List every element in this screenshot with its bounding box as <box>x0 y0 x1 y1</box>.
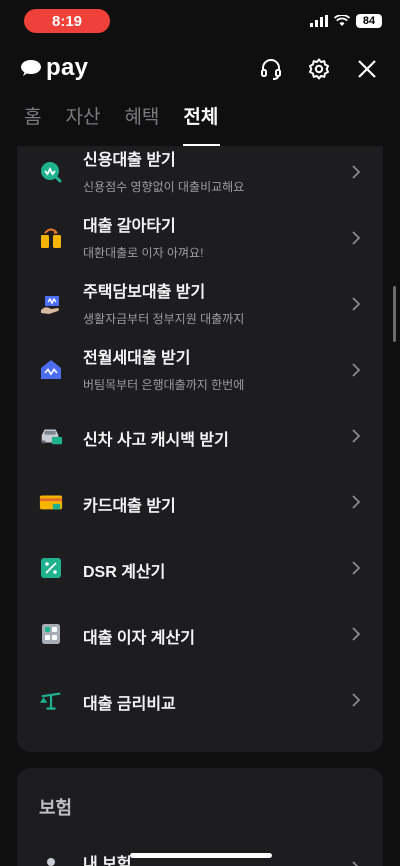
list-item-rent-loan[interactable]: 전월세대출 받기 버팀목부터 은행대출까지 한번에 <box>17 344 383 396</box>
chevron-right-icon <box>352 297 361 311</box>
item-title: 대출 금리비교 <box>83 696 176 713</box>
item-subtitle: 생활자금부터 정부지원 대출까지 <box>83 312 245 326</box>
status-icons: 84 <box>310 14 382 28</box>
list-item-card-loan[interactable]: 카드대출 받기 <box>17 476 383 528</box>
chevron-right-icon <box>352 495 361 509</box>
list-item-interest-calculator[interactable]: 대출 이자 계산기 <box>17 608 383 660</box>
scrollbar[interactable] <box>393 286 396 342</box>
chevron-right-icon <box>352 429 361 443</box>
tab-benefits[interactable]: 혜택 <box>124 104 159 146</box>
logo-bubble-icon <box>21 60 41 76</box>
list-item-new-car[interactable]: 신차 사고 캐시백 받기 <box>17 410 383 462</box>
list-item-rate-compare[interactable]: 대출 금리비교 <box>17 674 383 726</box>
app-header: pay <box>0 52 400 92</box>
list-item-credit-loan[interactable]: 신용대출 받기 신용점수 영향없이 대출비교해요 <box>17 146 383 198</box>
percent-icon <box>39 556 63 580</box>
list-item-dsr-calculator[interactable]: DSR 계산기 <box>17 542 383 594</box>
credit-loan-icon <box>39 160 63 184</box>
list-item-mortgage[interactable]: 주택담보대출 받기 생활자금부터 정부지원 대출까지 <box>17 278 383 330</box>
tab-assets[interactable]: 자산 <box>65 104 100 146</box>
mortgage-icon <box>39 292 63 316</box>
rent-loan-icon <box>39 358 63 382</box>
signal-icon <box>310 15 328 27</box>
home-indicator[interactable] <box>130 853 272 858</box>
chevron-right-icon <box>352 561 361 575</box>
item-title: 대출 갈아타기 <box>83 218 176 235</box>
scale-icon <box>39 688 63 712</box>
list-item-loan-switch[interactable]: 대출 갈아타기 대환대출로 이자 아껴요! <box>17 212 383 264</box>
chevron-right-icon <box>352 861 359 866</box>
tab-home[interactable]: 홈 <box>24 104 41 146</box>
calculator-icon <box>39 622 63 646</box>
item-subtitle: 신용점수 영향없이 대출비교해요 <box>83 180 245 194</box>
item-title: 내 보험 <box>83 856 132 866</box>
item-title: 신차 사고 캐시백 받기 <box>83 432 229 449</box>
item-title: DSR 계산기 <box>83 564 166 581</box>
chevron-right-icon <box>352 627 361 641</box>
card-icon <box>39 490 63 514</box>
chevron-right-icon <box>352 693 361 707</box>
headset-icon[interactable] <box>258 56 284 82</box>
item-title: 카드대출 받기 <box>83 498 176 515</box>
chevron-right-icon <box>352 363 361 377</box>
status-bar: 8:19 84 <box>0 0 400 44</box>
item-title: 신용대출 받기 <box>83 152 176 169</box>
item-title: 주택담보대출 받기 <box>83 284 206 301</box>
insurance-card: 보험 내 보험 <box>17 768 383 866</box>
close-icon[interactable] <box>354 56 380 82</box>
car-icon <box>39 424 63 448</box>
section-title-insurance: 보험 <box>39 798 73 818</box>
battery-indicator: 84 <box>356 14 382 28</box>
chevron-right-icon <box>352 165 361 179</box>
insurance-icon <box>39 854 63 866</box>
item-title: 전월세대출 받기 <box>83 350 191 367</box>
tab-all[interactable]: 전체 <box>183 104 221 146</box>
item-subtitle: 버팀목부터 은행대출까지 한번에 <box>83 378 245 392</box>
pay-logo: pay <box>20 54 88 82</box>
item-title: 대출 이자 계산기 <box>83 630 195 647</box>
gear-icon[interactable] <box>306 56 332 82</box>
loans-card: 신용대출 받기 신용점수 영향없이 대출비교해요 대출 갈아타기 대환대출로 이… <box>17 146 383 752</box>
status-time: 8:19 <box>24 9 110 33</box>
item-subtitle: 대환대출로 이자 아껴요! <box>83 246 204 260</box>
logo-text: pay <box>46 54 89 81</box>
scroll-content[interactable]: 신용대출 받기 신용점수 영향없이 대출비교해요 대출 갈아타기 대환대출로 이… <box>0 146 400 866</box>
loan-switch-icon <box>39 226 63 250</box>
wifi-icon <box>334 15 350 26</box>
chevron-right-icon <box>352 231 361 245</box>
main-tabs: 홈 자산 혜택 전체 <box>0 104 400 146</box>
